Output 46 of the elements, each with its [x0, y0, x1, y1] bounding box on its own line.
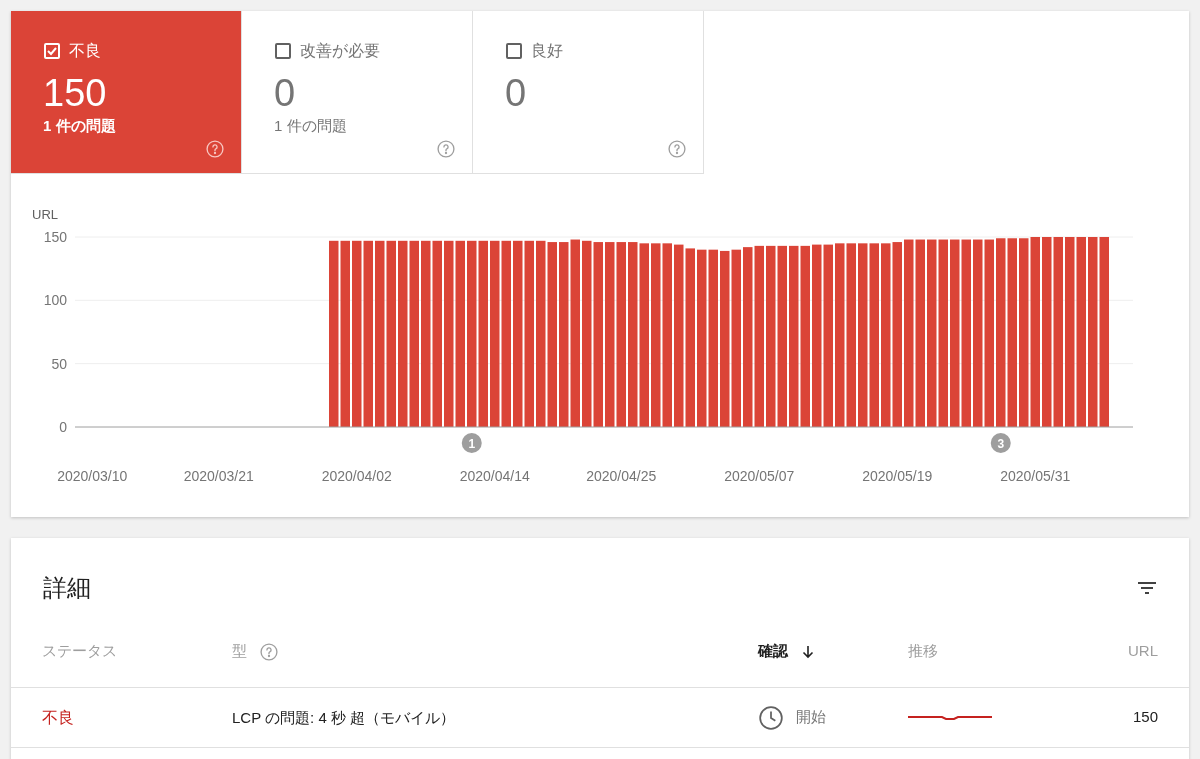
- type-cell: LCP の問題: 4 秒 超（モバイル）: [232, 708, 456, 726]
- y-tick-label: 100: [43, 292, 67, 309]
- x-tick-label: 2020/05/19: [862, 468, 933, 484]
- checkbox-icon[interactable]: [505, 42, 523, 60]
- annotation-marker[interactable]: 3: [990, 433, 1011, 453]
- url-count-cell-text: 150: [1132, 707, 1158, 728]
- column-header[interactable]: 推移: [908, 640, 938, 663]
- table-row[interactable]: 不良 LCP の問題: 4 秒 超（モバイル） 開始 150: [11, 688, 1189, 748]
- x-tick-label: 2020/04/14: [459, 468, 530, 484]
- tile-label: 良好: [531, 41, 563, 61]
- tile-label: 改善が必要: [300, 41, 380, 61]
- column-header[interactable]: URL: [1128, 640, 1158, 663]
- x-tick-label: 2020/04/25: [586, 468, 657, 484]
- clock-icon: [758, 704, 784, 731]
- x-tick-label: 2020/04/02: [321, 468, 392, 484]
- tile-issues: 1 件の問題: [274, 116, 348, 136]
- help-icon[interactable]: [667, 139, 687, 159]
- column-header[interactable]: ステータス: [42, 640, 117, 663]
- y-tick-label: 0: [59, 419, 67, 435]
- tile-count: 0: [505, 71, 528, 115]
- summary-tile[interactable]: 良好 0: [473, 11, 704, 174]
- y-tick-label: 50: [51, 355, 67, 372]
- checkbox-icon[interactable]: [274, 42, 292, 60]
- help-icon[interactable]: [205, 139, 225, 159]
- sort-arrow-icon[interactable]: [800, 643, 816, 660]
- section-title: 詳細: [43, 573, 91, 603]
- summary-tile[interactable]: 不良 150 1 件の問題: [11, 11, 242, 174]
- y-tick-label: 150: [43, 229, 67, 245]
- tile-count: 0: [274, 71, 297, 115]
- column-header[interactable]: 型: [232, 640, 247, 663]
- status-cell: 不良: [42, 708, 74, 726]
- x-tick-label: 2020/03/21: [183, 468, 254, 484]
- help-icon[interactable]: [259, 641, 279, 662]
- summary-tile[interactable]: 改善が必要 0 1 件の問題: [242, 11, 473, 174]
- annotation-marker[interactable]: 1: [461, 433, 482, 453]
- y-axis-label: URL: [32, 207, 58, 222]
- help-icon[interactable]: [436, 139, 456, 159]
- validation-cell-text: 開始: [796, 707, 826, 728]
- x-tick-label: 2020/03/10: [57, 468, 128, 484]
- tile-count: 150: [43, 71, 108, 115]
- x-tick-label: 2020/05/07: [724, 468, 795, 484]
- column-header[interactable]: 確認: [758, 640, 788, 663]
- tile-label: 不良: [69, 41, 101, 61]
- x-tick-label: 2020/05/31: [1000, 468, 1071, 484]
- tile-issues: 1 件の問題: [43, 116, 117, 136]
- checked-checkbox-icon[interactable]: [43, 42, 61, 60]
